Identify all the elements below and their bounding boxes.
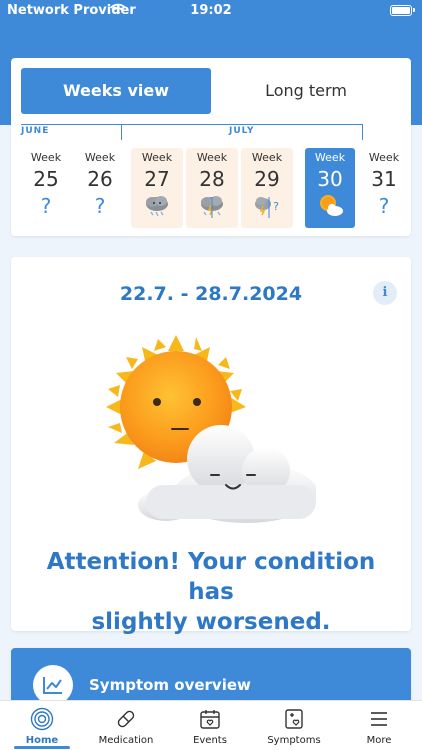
week-label: Week — [251, 151, 283, 164]
week-item-30-selected[interactable]: Week 30 — [305, 148, 355, 228]
calendar-icon — [200, 710, 220, 729]
storm-cloud-partial-icon — [201, 196, 223, 218]
tab-label: Home — [25, 735, 59, 746]
bottom-tab-bar: Home Medication Events Symptoms More — [0, 700, 422, 750]
view-toggle: Weeks view Long term — [21, 68, 401, 114]
menu-icon — [371, 712, 387, 726]
date-range: 22.7. - 28.7.2024 — [119, 283, 303, 305]
storm-cloud-icon — [146, 196, 168, 217]
week-label: Week — [368, 151, 400, 164]
week-number: 25 — [33, 167, 59, 191]
tab-medication[interactable]: Medication — [84, 701, 168, 750]
week-item-28[interactable]: Week 28 — [186, 148, 238, 228]
june-line — [21, 124, 121, 125]
week-number: 29 — [254, 167, 280, 191]
week-strip: Week 25 ? Week 26 ? Week 27 Week 28 Week… — [21, 146, 401, 230]
tab-label: Events — [193, 735, 227, 746]
symptoms-icon — [285, 709, 303, 729]
week-label: Week — [196, 151, 228, 164]
weeks-view-tab[interactable]: Weeks view — [21, 68, 211, 114]
week-number: 30 — [317, 167, 343, 191]
week-label: Week — [314, 151, 346, 164]
week-item-31[interactable]: Week 31 ? — [359, 148, 409, 228]
info-icon[interactable]: i — [373, 281, 397, 305]
sun-cloud-icon — [320, 195, 343, 216]
tab-home[interactable]: Home — [0, 701, 84, 750]
question-icon: ? — [94, 194, 106, 218]
july-line — [122, 124, 363, 125]
question-icon: ? — [40, 194, 52, 218]
tab-label: Symptoms — [267, 735, 321, 746]
week-item-27[interactable]: Week 27 — [131, 148, 183, 228]
week-label: Week — [141, 151, 173, 164]
week-number: 26 — [87, 167, 113, 191]
symptom-overview-title: Symptom overview — [89, 676, 251, 694]
clock: 19:02 — [190, 3, 232, 18]
tab-symptoms[interactable]: Symptoms — [252, 701, 336, 750]
pill-icon — [117, 710, 135, 728]
week-item-29[interactable]: Week 29 ? — [241, 148, 293, 228]
sun-behind-cloud-illustration — [106, 335, 316, 523]
week-item-26[interactable]: Week 26 ? — [75, 148, 125, 228]
question-icon: ? — [378, 194, 390, 218]
month-end-tick — [362, 124, 363, 140]
month-label-july: JULY — [229, 126, 255, 136]
week-status-card: 22.7. - 28.7.2024 i Attention! Your cond… — [11, 257, 411, 635]
svg-text:?: ? — [273, 200, 279, 213]
condition-message-line1: Attention! Your condition has — [46, 549, 376, 605]
home-icon — [30, 707, 54, 731]
tab-events[interactable]: Events — [168, 701, 252, 750]
storm-cloud-partial-icon: ? — [255, 197, 279, 218]
week-number: 31 — [371, 167, 397, 191]
week-number: 27 — [144, 167, 170, 191]
weeks-card: Weeks view Long term JUNE JULY Week 25 ?… — [11, 58, 411, 236]
week-label: Week — [84, 151, 116, 164]
week-label: Week — [30, 151, 62, 164]
battery-icon — [390, 5, 415, 16]
tab-more[interactable]: More — [336, 701, 422, 750]
week-item-25[interactable]: Week 25 ? — [21, 148, 71, 228]
month-label-june: JUNE — [21, 126, 50, 136]
condition-message-line2: slightly worsened. — [91, 609, 331, 635]
month-divider — [121, 124, 122, 140]
chart-icon — [33, 665, 73, 705]
week-number: 28 — [199, 167, 225, 191]
status-bar: Network Provider 19:02 — [0, 0, 422, 22]
symptom-overview-card[interactable]: Symptom overview — [11, 648, 411, 708]
month-row: JUNE JULY — [21, 124, 363, 142]
tab-label: Medication — [98, 735, 154, 746]
long-term-tab[interactable]: Long term — [211, 68, 401, 114]
tab-label: More — [366, 735, 392, 746]
condition-message: Attention! Your condition has slightly w… — [21, 547, 401, 637]
